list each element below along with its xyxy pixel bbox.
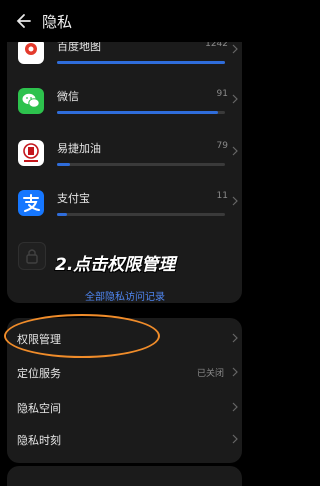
chevron-right-icon — [232, 146, 238, 156]
access-bar-fill — [57, 213, 68, 216]
access-bar — [57, 163, 225, 166]
settings-item-label: 隐私时刻 — [17, 434, 61, 447]
chevron-right-icon — [232, 434, 238, 444]
chevron-right-icon — [232, 333, 238, 343]
app-name: 微信 — [57, 90, 79, 103]
all-privacy-access-link[interactable]: 全部隐私访问记录 — [0, 288, 250, 303]
app-access-count: 11 — [216, 191, 228, 201]
access-bar — [57, 61, 225, 64]
app-row-yijie[interactable]: 易捷加油 79 — [7, 136, 242, 178]
settings-item-private-space[interactable]: 隐私空间 — [7, 394, 242, 420]
app-name: 支付宝 — [57, 192, 90, 205]
chevron-right-icon — [232, 367, 238, 377]
yijie-fuel-icon — [18, 140, 44, 166]
settings-item-privacy-moment[interactable]: 隐私时刻 — [7, 426, 242, 452]
settings-item-permission-management[interactable]: 权限管理 — [7, 325, 242, 351]
access-bar-fill — [57, 111, 219, 114]
app-access-count: 79 — [216, 141, 228, 151]
lock-icon — [18, 242, 46, 270]
access-bar-fill — [57, 61, 225, 64]
app-access-count: 91 — [216, 89, 228, 99]
settings-item-status: 已关闭 — [196, 369, 224, 379]
bottom-card — [7, 466, 242, 486]
app-name: 易捷加油 — [57, 142, 101, 155]
app-row-wechat[interactable]: 微信 91 — [7, 84, 242, 126]
chevron-right-icon — [232, 196, 238, 206]
access-bar — [57, 111, 225, 114]
settings-item-label: 权限管理 — [17, 333, 61, 346]
alipay-icon — [18, 190, 44, 216]
chevron-right-icon — [232, 402, 238, 412]
settings-item-label: 定位服务 — [17, 367, 61, 380]
chevron-right-icon — [232, 94, 238, 104]
settings-item-location-service[interactable]: 定位服务 已关闭 — [7, 359, 242, 385]
chevron-right-icon — [232, 44, 238, 54]
app-header: 隐私 — [0, 0, 250, 42]
settings-card: 权限管理 定位服务 已关闭 隐私空间 隐私时刻 — [7, 318, 242, 463]
instruction-overlay: 2.点击权限管理 — [55, 255, 176, 275]
page-title: 隐私 — [42, 13, 73, 31]
app-row-alipay[interactable]: 支付宝 11 — [7, 186, 242, 228]
access-bar — [57, 213, 225, 216]
back-arrow-icon[interactable] — [14, 12, 32, 30]
wechat-icon — [18, 88, 44, 114]
access-bar-fill — [57, 163, 71, 166]
settings-item-label: 隐私空间 — [17, 402, 61, 415]
